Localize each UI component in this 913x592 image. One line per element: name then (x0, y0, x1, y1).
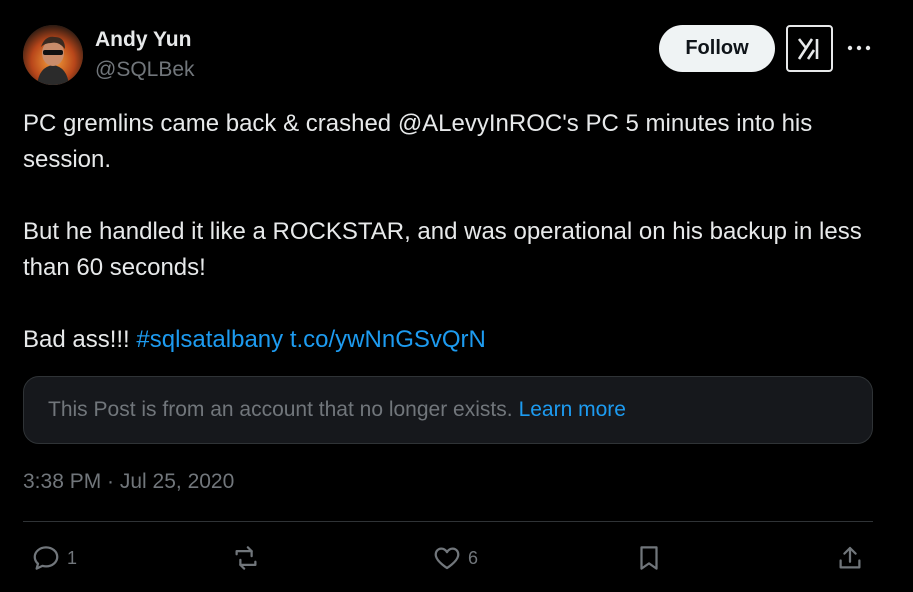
url-link[interactable]: t.co/ywNnGSvQrN (290, 326, 486, 353)
follow-button[interactable]: Follow (659, 25, 775, 72)
share-button[interactable] (835, 540, 865, 576)
more-horizontal-icon[interactable] (846, 35, 872, 61)
author-handle[interactable]: @SQLBek (95, 58, 195, 82)
hashtag-link[interactable]: #sqlsatalbany (136, 326, 283, 353)
deleted-quote-notice: This Post is from an account that no lon… (23, 376, 873, 444)
like-button[interactable]: 6 (432, 540, 478, 576)
profile-photo (23, 25, 83, 85)
bookmark-icon (640, 546, 658, 570)
post-line-2: But he handled it like a ROCKSTAR, and w… (23, 218, 862, 281)
repost-button[interactable] (231, 540, 261, 576)
post-line-3: Bad ass!!! #sqlsatalbany t.co/ywNnGSvQrN (23, 322, 883, 358)
post-line-3-prefix: Bad ass!!! (23, 326, 137, 353)
post-text: PC gremlins came back & crashed @ALevyIn… (23, 106, 883, 358)
reply-icon (33, 546, 59, 570)
notice-text: This Post is from an account that no lon… (48, 398, 513, 421)
post-timestamp[interactable]: 3:38 PM · Jul 25, 2020 (23, 470, 234, 494)
avatar[interactable] (23, 25, 83, 85)
heart-icon (434, 547, 460, 570)
bookmark-button[interactable] (634, 540, 664, 576)
reply-button[interactable]: 1 (31, 540, 77, 576)
grok-logo-icon[interactable] (786, 25, 833, 72)
share-icon (839, 546, 861, 569)
post-line-1: PC gremlins came back & crashed @ALevyIn… (23, 110, 813, 173)
repost-icon (235, 546, 257, 570)
author-name[interactable]: Andy Yun (95, 28, 191, 52)
reply-count: 1 (67, 547, 78, 568)
like-count: 6 (468, 547, 479, 568)
divider (23, 521, 873, 522)
learn-more-link[interactable]: Learn more (519, 398, 626, 422)
